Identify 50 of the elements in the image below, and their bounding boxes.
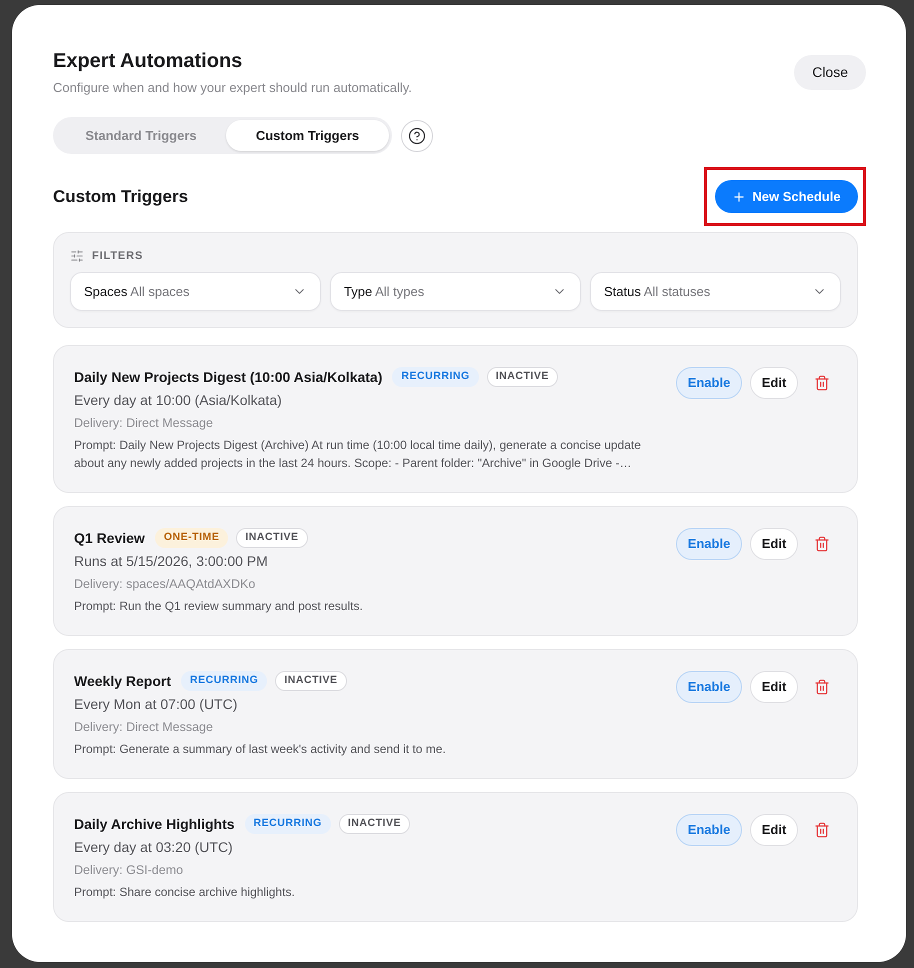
trigger-delivery: Delivery: spaces/AAQAtdAXDKo <box>74 576 256 593</box>
enable-button[interactable]: Enable <box>676 814 742 846</box>
new-schedule-button[interactable]: New Schedule <box>715 180 858 213</box>
type-badge: ONE-TIME <box>154 528 228 548</box>
trigger-prompt: Prompt: Daily New Projects Digest (Archive) At run time (10:00 local time daily), generate a concise update about any newly added projects in the last 24 hours. Scope: - Parent folder: "Archive" in Google Drive -… <box>74 437 642 472</box>
dialog-title: Expert Automations <box>53 49 244 73</box>
trigger-title: Daily New Projects Digest (10:00 Asia/Kolkata) <box>74 368 382 387</box>
filter-dropdown[interactable]: Spaces All spaces <box>70 272 321 311</box>
status-badge: INACTIVE <box>338 814 410 834</box>
filter-dropdown[interactable]: Status All statuses <box>590 272 841 311</box>
edit-button[interactable]: Edit <box>750 814 798 846</box>
trigger-delivery: Delivery: Direct Message <box>74 415 214 432</box>
trigger-tab[interactable]: Custom Triggers <box>226 120 389 151</box>
trigger-prompt: Prompt: Share concise archive highlights. <box>74 884 296 901</box>
type-badge: RECURRING <box>392 367 479 387</box>
trash-icon <box>814 536 830 552</box>
trash-icon <box>814 822 830 838</box>
sliders-icon <box>70 249 84 263</box>
trigger-schedule: Runs at 5/15/2026, 3:00:00 PM <box>74 552 269 571</box>
trigger-schedule: Every day at 03:20 (UTC) <box>74 838 234 857</box>
trigger-prompt: Prompt: Run the Q1 review summary and post results. <box>74 598 364 615</box>
enable-button[interactable]: Enable <box>676 528 742 560</box>
trigger-title: Weekly Report <box>74 672 171 691</box>
filter-dropdown[interactable]: Type All types <box>330 272 581 311</box>
enable-button[interactable]: Enable <box>676 671 742 703</box>
trigger-prompt: Prompt: Generate a summary of last week's activity and send it to me. <box>74 741 447 758</box>
close-button[interactable]: Close <box>794 55 866 90</box>
trash-icon <box>814 375 830 391</box>
status-badge: INACTIVE <box>486 367 558 387</box>
trigger-schedule: Every Mon at 07:00 (UTC) <box>74 695 238 714</box>
dialog-subtitle: Configure when and how your expert should run automatically. <box>53 79 412 97</box>
edit-button[interactable]: Edit <box>750 367 798 399</box>
plus-icon <box>732 190 746 204</box>
trash-icon <box>814 679 830 695</box>
edit-button[interactable]: Edit <box>750 671 798 703</box>
type-badge: RECURRING <box>244 814 331 834</box>
trigger-title: Daily Archive Highlights <box>74 814 235 834</box>
filters-label: FILTERS <box>92 248 144 264</box>
type-badge: RECURRING <box>181 671 268 691</box>
section-title: Custom Triggers <box>53 186 188 208</box>
status-badge: INACTIVE <box>236 528 308 548</box>
help-icon <box>408 126 426 144</box>
edit-button[interactable]: Edit <box>750 528 798 560</box>
trigger-delivery: Delivery: GSI-demo <box>74 862 184 879</box>
trigger-schedule: Every day at 10:00 (Asia/Kolkata) <box>74 391 283 410</box>
help-button[interactable] <box>401 120 433 152</box>
trigger-delivery: Delivery: Direct Message <box>74 719 214 736</box>
trigger-title: Q1 Review <box>74 528 145 548</box>
enable-button[interactable]: Enable <box>676 367 742 399</box>
status-badge: INACTIVE <box>275 671 347 691</box>
